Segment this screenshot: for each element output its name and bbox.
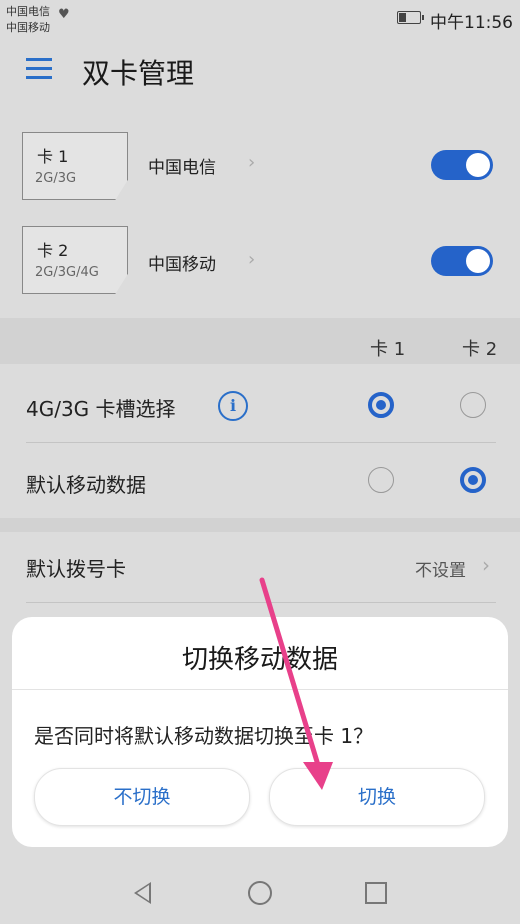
divider [26,602,496,603]
dialog-divider [12,689,508,690]
battery-icon [397,11,424,24]
home-icon[interactable] [248,881,272,905]
slot-select-label: 4G/3G 卡槽选择 [26,397,176,421]
sim-1-toggle[interactable] [431,150,493,180]
section-gap [0,518,520,532]
switch-data-dialog: 切换移动数据 是否同时将默认移动数据切换至卡 1？ 不切换 切换 [12,617,508,847]
sim-card-icon: 卡 1 2G/3G [22,132,128,200]
status-bar: 中国电信 中国移动 ♥ 中午11:56 [0,0,520,40]
back-icon[interactable] [134,882,151,904]
status-time: 中午11:56 [430,13,513,33]
sim-2-toggle[interactable] [431,246,493,276]
app-bar: 双卡管理 [0,40,520,102]
carrier-2: 中国移动 [6,21,50,34]
sim-network-label: 2G/3G [35,171,77,186]
hamburger-menu-icon[interactable] [26,58,52,80]
column-header-band [0,318,520,364]
divider [26,442,496,443]
chevron-right-icon[interactable]: › [248,152,255,173]
sim-slot-label: 卡 1 [37,147,69,166]
default-dial-label[interactable]: 默认拨号卡 [26,553,126,582]
confirm-button[interactable]: 切换 [269,768,485,826]
recent-apps-icon[interactable] [365,882,387,904]
slot-select-card2-radio[interactable] [460,392,486,418]
sim-carrier-link[interactable]: 中国移动 [148,250,216,275]
info-icon[interactable]: i [218,391,248,421]
navigation-bar [0,864,520,924]
column-card-2: 卡 2 [462,339,498,360]
sim-slot-label: 卡 2 [37,241,69,260]
chevron-right-icon[interactable]: › [482,553,490,577]
chevron-right-icon[interactable]: › [248,249,255,270]
default-data-card1-radio[interactable] [368,467,394,493]
default-dial-value[interactable]: 不设置 [415,556,466,581]
sim-row-2: 卡 2 2G/3G/4G 中国移动 › [0,214,520,306]
carrier-1: 中国电信 [6,5,50,18]
default-data-label: 默认移动数据 [26,473,146,497]
dialog-title: 切换移动数据 [181,645,338,675]
cancel-button[interactable]: 不切换 [34,768,250,826]
default-data-card2-radio[interactable] [460,467,486,493]
sim-carrier-link[interactable]: 中国电信 [148,153,216,178]
heart-rate-icon: ♥ [58,7,70,22]
sim-network-label: 2G/3G/4G [35,265,99,280]
page-title: 双卡管理 [82,57,195,90]
sim-row-1: 卡 1 2G/3G 中国电信 › [0,120,520,212]
dialog-message: 是否同时将默认移动数据切换至卡 1？ [34,724,374,748]
column-card-1: 卡 1 [370,339,406,360]
slot-select-card1-radio[interactable] [368,392,394,418]
sim-card-icon: 卡 2 2G/3G/4G [22,226,128,294]
